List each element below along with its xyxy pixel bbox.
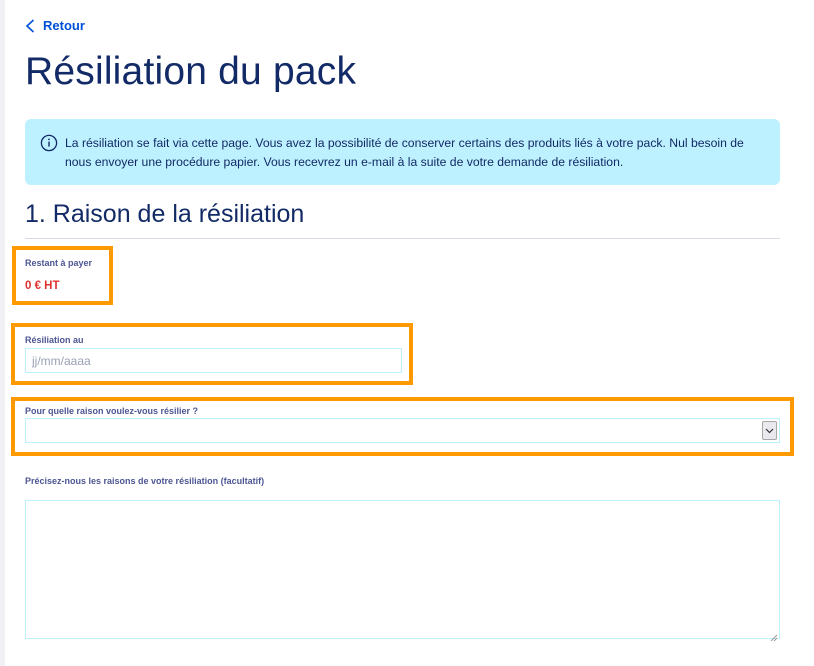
termination-date-label: Résiliation au: [25, 335, 84, 345]
left-rail: [0, 0, 5, 666]
remaining-amount: 0 € HT: [25, 280, 60, 292]
details-label: Précisez-nous les raisons de votre résil…: [25, 476, 265, 486]
back-link-label: Retour: [43, 18, 85, 33]
back-link[interactable]: Retour: [25, 18, 85, 33]
section-divider: [25, 238, 780, 239]
termination-date-input[interactable]: [25, 348, 402, 373]
info-banner-text: La résiliation se fait via cette page. V…: [65, 136, 744, 169]
chevron-down-icon[interactable]: [762, 421, 777, 440]
page-title: Résiliation du pack: [25, 50, 357, 93]
remaining-label: Restant à payer: [25, 258, 93, 268]
info-circle-icon: [40, 134, 58, 157]
reason-select[interactable]: [25, 418, 780, 443]
chevron-left-icon: [25, 18, 35, 33]
details-textarea[interactable]: [25, 500, 780, 639]
section-title: 1. Raison de la résiliation: [25, 200, 305, 228]
info-banner: La résiliation se fait via cette page. V…: [25, 119, 780, 185]
reason-label: Pour quelle raison voulez-vous résilier …: [25, 406, 199, 416]
highlight-remaining-box: [12, 246, 113, 305]
resize-grip-icon[interactable]: [770, 629, 778, 647]
